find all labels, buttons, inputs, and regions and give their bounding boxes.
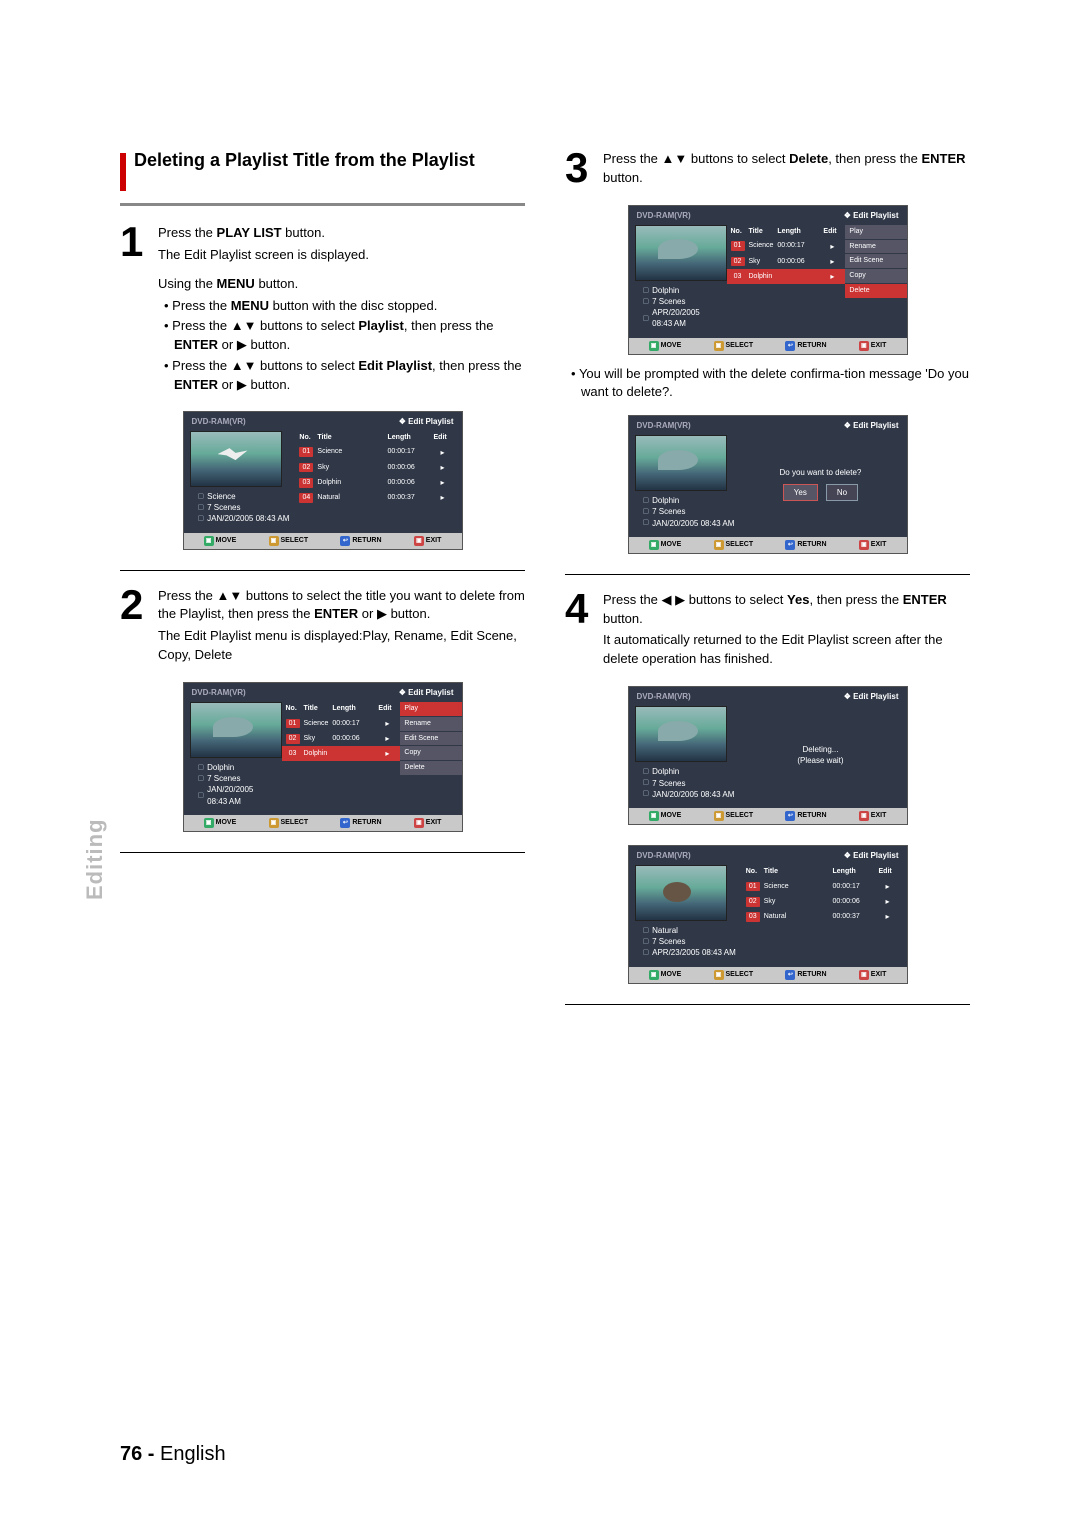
status-text: Deleting... <box>802 744 838 755</box>
osd-screenshot-4: DVD-RAM(VR) ❖ Edit Playlist Dolphin 7 Sc… <box>628 415 908 554</box>
step3-line1: Press the ▲▼ buttons to select Delete, t… <box>603 150 970 188</box>
thumbnail <box>635 865 727 921</box>
list-row: 02Sky00:00:06▸ <box>742 894 901 909</box>
thumbnail <box>190 702 282 758</box>
step1-line1: Press the PLAY LIST button. <box>158 224 525 243</box>
thumbnail <box>190 431 282 487</box>
step1-bullet: Press the MENU button with the disc stop… <box>164 297 525 316</box>
osd-screenshot-1: DVD-RAM(VR) ❖ Edit Playlist Science 7 Sc… <box>183 411 463 550</box>
menu-option[interactable]: Delete <box>400 761 462 775</box>
menu-option[interactable]: Edit Scene <box>400 732 462 746</box>
list-row: 01Science00:00:17▸ <box>742 879 901 894</box>
list-row: 03Dolphin▸ <box>727 269 846 284</box>
step-number: 1 <box>120 224 148 260</box>
page-footer: 76 - English <box>120 1440 226 1468</box>
status-text: (Please wait) <box>797 755 843 766</box>
osd-screenshot-5: DVD-RAM(VR) ❖ Edit Playlist Dolphin 7 Sc… <box>628 686 908 825</box>
menu-option[interactable]: Edit Scene <box>845 254 907 268</box>
list-row: 01Science00:00:17▸ <box>727 239 846 254</box>
menu-option[interactable]: Rename <box>845 240 907 254</box>
step2-line2: The Edit Playlist menu is displayed:Play… <box>158 627 525 665</box>
no-button[interactable]: No <box>826 484 858 501</box>
using-menu: Using the MENU button. <box>158 275 525 294</box>
heading-rule <box>120 203 525 206</box>
section-heading: Deleting a Playlist Title from the Playl… <box>134 150 475 172</box>
list-row: 03Dolphin00:00:06▸ <box>295 475 455 490</box>
menu-option[interactable]: Delete <box>845 284 907 298</box>
heading-accent-bar <box>120 153 126 191</box>
side-tab: Editing <box>80 818 111 900</box>
list-row: 02Sky00:00:06▸ <box>295 460 455 475</box>
step4-line1: Press the ◀ ▶ buttons to select Yes, the… <box>603 591 970 629</box>
list-row: 01Science00:00:17▸ <box>282 716 401 731</box>
step1-bullet: Press the ▲▼ buttons to select Edit Play… <box>164 357 525 395</box>
step1-line2: The Edit Playlist screen is displayed. <box>158 246 525 265</box>
step3-note: You will be prompted with the delete con… <box>571 365 970 401</box>
list-row: 04Natural00:00:37▸ <box>295 490 455 505</box>
osd-footer: ▣MOVE ▣SELECT ↩RETURN ▣EXIT <box>184 533 462 549</box>
osd-screenshot-6: DVD-RAM(VR) ❖ Edit Playlist Natural 7 Sc… <box>628 845 908 984</box>
section-divider <box>565 1004 970 1005</box>
list-row: 01Science00:00:17▸ <box>295 445 455 460</box>
list-row: 02Sky00:00:06▸ <box>727 254 846 269</box>
menu-option[interactable]: Copy <box>845 269 907 283</box>
step-number: 4 <box>565 591 593 627</box>
step4-line2: It automatically returned to the Edit Pl… <box>603 631 970 669</box>
step1-bullet: Press the ▲▼ buttons to select Playlist,… <box>164 317 525 355</box>
confirm-question: Do you want to delete? <box>780 467 862 478</box>
list-row: 02Sky00:00:06▸ <box>282 731 401 746</box>
menu-option[interactable]: Rename <box>400 717 462 731</box>
section-divider <box>565 574 970 575</box>
section-divider <box>120 852 525 853</box>
step2-line1: Press the ▲▼ buttons to select the title… <box>158 587 525 625</box>
menu-option[interactable]: Play <box>400 702 462 716</box>
osd-screenshot-2: DVD-RAM(VR) ❖ Edit Playlist Dolphin 7 Sc… <box>183 682 463 832</box>
section-divider <box>120 570 525 571</box>
step-number: 2 <box>120 587 148 623</box>
thumbnail <box>635 706 727 762</box>
thumbnail <box>635 435 727 491</box>
osd-screenshot-3: DVD-RAM(VR) ❖ Edit Playlist Dolphin 7 Sc… <box>628 205 908 355</box>
step-number: 3 <box>565 150 593 186</box>
list-row: 03Dolphin▸ <box>282 746 401 761</box>
list-row: 03Natural00:00:37▸ <box>742 909 901 924</box>
thumbnail <box>635 225 727 281</box>
menu-option[interactable]: Copy <box>400 746 462 760</box>
menu-option[interactable]: Play <box>845 225 907 239</box>
yes-button[interactable]: Yes <box>783 484 818 501</box>
